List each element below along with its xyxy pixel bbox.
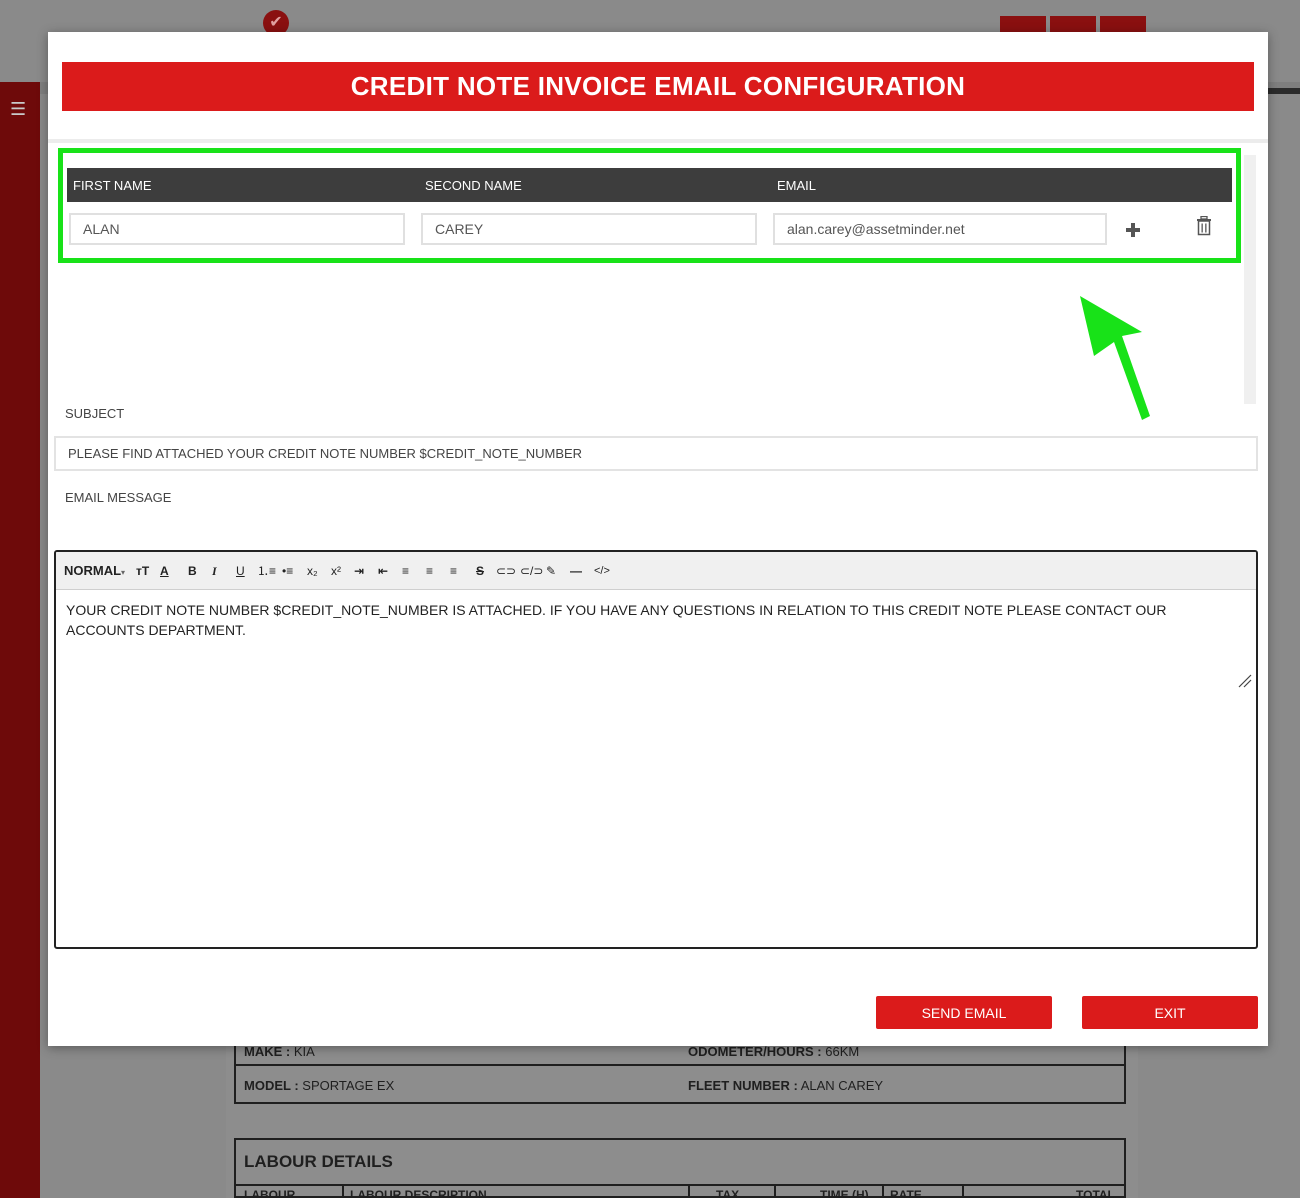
bold-icon[interactable]: B xyxy=(188,563,197,579)
font-color-icon[interactable]: A xyxy=(160,563,169,579)
indent-icon[interactable]: ⇥ xyxy=(354,563,364,579)
first-name-input[interactable] xyxy=(69,213,405,245)
modal-title: CREDIT NOTE INVOICE EMAIL CONFIGURATION xyxy=(62,62,1254,111)
unordered-list-icon[interactable]: •≡ xyxy=(282,563,293,579)
align-left-icon[interactable]: ≡ xyxy=(402,563,409,579)
email-message-body[interactable]: YOUR CREDIT NOTE NUMBER $CREDIT_NOTE_NUM… xyxy=(66,600,1236,640)
exit-button[interactable]: EXIT xyxy=(1082,996,1258,1029)
outdent-icon[interactable]: ⇤ xyxy=(378,563,388,579)
underline-icon[interactable]: U xyxy=(236,563,245,579)
horizontal-rule-icon[interactable]: — xyxy=(570,563,582,579)
align-right-icon[interactable]: ≡ xyxy=(450,563,457,579)
app-sidebar xyxy=(0,82,40,1198)
subject-input[interactable] xyxy=(54,436,1258,471)
column-email: EMAIL xyxy=(777,178,817,193)
italic-icon[interactable]: I xyxy=(212,563,217,579)
align-center-icon[interactable]: ≡ xyxy=(426,563,433,579)
column-second-name: SECOND NAME xyxy=(425,178,522,193)
column-first-name: FIRST NAME xyxy=(73,178,152,193)
subscript-icon[interactable]: x₂ xyxy=(307,563,318,579)
delete-recipient-icon[interactable] xyxy=(1195,216,1213,236)
link-icon[interactable]: ⊂⊃ xyxy=(496,563,516,579)
subject-label: SUBJECT xyxy=(65,406,125,421)
recipients-highlight: FIRST NAME SECOND NAME EMAIL xyxy=(58,148,1241,263)
table-row: MODEL : SPORTAGE EX FLEET NUMBER : ALAN … xyxy=(244,1078,884,1093)
superscript-icon[interactable]: x² xyxy=(331,563,341,579)
email-input[interactable] xyxy=(773,213,1107,245)
scrollbar[interactable] xyxy=(1244,155,1256,404)
strikethrough-icon[interactable]: S xyxy=(476,563,484,579)
email-message-editor[interactable]: NORMAL▾ тT A B I U ⒈≡ •≡ x₂ x² ⇥ ⇤ ≡ ≡ ≡… xyxy=(54,550,1258,949)
second-name-input[interactable] xyxy=(421,213,757,245)
paragraph-style-select[interactable]: NORMAL▾ xyxy=(64,563,125,579)
code-view-icon[interactable]: </> xyxy=(594,563,610,579)
font-size-icon[interactable]: тT xyxy=(136,563,149,579)
hamburger-menu-icon[interactable]: ☰ xyxy=(10,100,28,118)
labour-details-section: LABOUR DETAILS LABOUR LABOUR DESCRIPTION… xyxy=(234,1138,1126,1198)
editor-toolbar: NORMAL▾ тT A B I U ⒈≡ •≡ x₂ x² ⇥ ⇤ ≡ ≡ ≡… xyxy=(56,552,1256,590)
email-message-label: EMAIL MESSAGE xyxy=(65,490,172,505)
add-recipient-icon[interactable] xyxy=(1125,222,1141,238)
recipients-table-header: FIRST NAME SECOND NAME EMAIL xyxy=(67,168,1232,202)
ordered-list-icon[interactable]: ⒈≡ xyxy=(257,563,276,579)
resize-handle-icon[interactable] xyxy=(1238,674,1252,688)
green-arrow-annotation-icon xyxy=(1080,296,1150,420)
email-config-modal: CREDIT NOTE INVOICE EMAIL CONFIGURATION … xyxy=(48,32,1268,1046)
remove-format-icon[interactable]: ✎ xyxy=(546,563,556,579)
unlink-icon[interactable]: ⊂/⊃ xyxy=(520,563,543,579)
send-email-button[interactable]: SEND EMAIL xyxy=(876,996,1052,1029)
